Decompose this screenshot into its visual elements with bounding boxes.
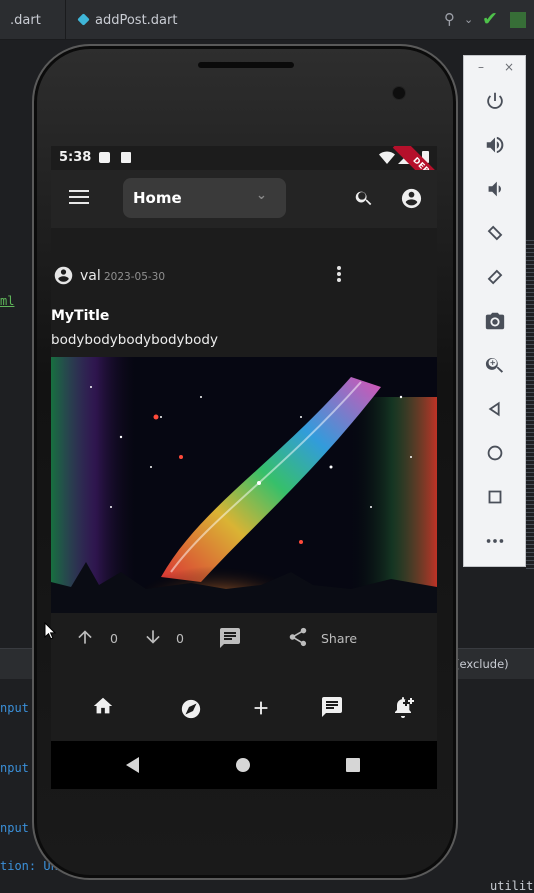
zoom-icon[interactable] xyxy=(482,352,508,378)
status-time: 5:38 xyxy=(59,150,92,165)
post-actions: 0 0 Share xyxy=(51,618,437,658)
upvote-count: 0 xyxy=(110,631,118,646)
log-line: nput xyxy=(0,821,29,835)
phone-screen: 5:38 DEBUG Home ⌄ val 2023-05-30 MyTitle… xyxy=(51,146,437,789)
filter-text: (exclude) xyxy=(455,657,509,671)
sd-card-icon xyxy=(121,152,131,163)
tab-label: .dart xyxy=(10,13,41,28)
add-icon[interactable] xyxy=(250,697,272,719)
home-icon[interactable] xyxy=(92,695,114,717)
share-icon[interactable] xyxy=(287,626,309,648)
check-icon[interactable]: ✔ xyxy=(482,8,498,30)
feed-dropdown[interactable]: Home ⌄ xyxy=(123,178,286,218)
log-line: nput xyxy=(0,701,29,715)
home-icon[interactable] xyxy=(235,757,251,773)
minimap[interactable] xyxy=(526,240,534,570)
account-icon[interactable] xyxy=(400,187,423,210)
more-vert-icon[interactable] xyxy=(329,264,349,288)
tab-label: addPost.dart xyxy=(95,13,178,28)
tab-dart-file[interactable]: .dart xyxy=(0,0,66,40)
wifi-icon xyxy=(379,151,395,164)
status-bar: 5:38 xyxy=(51,146,437,170)
menu-icon[interactable] xyxy=(69,190,89,206)
overview-icon[interactable] xyxy=(482,484,508,510)
ide-window: .dart addPost.dart ⚲ ⌄ ✔ ml (exclude) np… xyxy=(0,0,534,893)
more-icon[interactable] xyxy=(482,528,508,554)
share-label[interactable]: Share xyxy=(321,631,357,646)
plugin-icon[interactable] xyxy=(510,12,526,28)
front-camera xyxy=(392,86,406,100)
power-icon[interactable] xyxy=(482,88,508,114)
dropdown-value: Home xyxy=(133,189,182,207)
camera-icon[interactable] xyxy=(482,308,508,334)
explore-icon[interactable] xyxy=(180,698,202,720)
log-line: utilit xyxy=(490,879,534,893)
rotate-right-icon[interactable] xyxy=(482,264,508,290)
post-body: bodybodybodybodybody xyxy=(51,332,218,348)
toolbar-icons: ⚲ ⌄ ✔ xyxy=(444,8,534,32)
back-icon[interactable] xyxy=(482,396,508,422)
device-select-icon[interactable]: ⚲ xyxy=(444,10,455,28)
app-bar: Home ⌄ xyxy=(51,170,437,228)
mouse-cursor-icon xyxy=(44,622,56,640)
avatar[interactable] xyxy=(53,265,74,286)
downvote-count: 0 xyxy=(176,631,184,646)
home-icon[interactable] xyxy=(482,440,508,466)
rotate-left-icon[interactable] xyxy=(482,220,508,246)
notification-add-icon[interactable] xyxy=(391,695,415,719)
editor-tab-bar: .dart addPost.dart ⚲ ⌄ ✔ xyxy=(0,0,534,40)
code-fragment: ml xyxy=(0,294,15,308)
emulator-window-controls: – × xyxy=(464,56,527,82)
volume-down-icon[interactable] xyxy=(482,176,508,202)
dart-file-icon xyxy=(77,13,90,26)
recents-icon[interactable] xyxy=(345,757,361,773)
bottom-navigation xyxy=(51,681,437,741)
post-title: MyTitle xyxy=(51,308,110,324)
speaker xyxy=(198,62,294,68)
close-icon[interactable]: × xyxy=(504,60,514,74)
post-header: val 2023-05-30 xyxy=(51,256,437,296)
back-icon[interactable] xyxy=(123,755,141,775)
post-date: 2023-05-30 xyxy=(104,271,166,283)
chat-icon[interactable] xyxy=(320,695,344,719)
downvote-icon[interactable] xyxy=(143,627,163,647)
notification-icon xyxy=(99,152,110,163)
log-line: nput xyxy=(0,761,29,775)
system-navigation-bar xyxy=(51,741,437,789)
minimize-icon[interactable]: – xyxy=(478,60,484,74)
post-username[interactable]: val xyxy=(80,268,101,284)
upvote-icon[interactable] xyxy=(75,627,95,647)
tab-addpost[interactable]: addPost.dart xyxy=(68,0,196,40)
search-icon[interactable] xyxy=(354,188,374,208)
volume-up-icon[interactable] xyxy=(482,132,508,158)
comment-icon[interactable] xyxy=(218,626,242,650)
emulator-panel: – × xyxy=(463,55,526,567)
chevron-down-icon[interactable]: ⌄ xyxy=(464,13,473,26)
galaxy-image xyxy=(51,357,437,613)
chevron-down-icon: ⌄ xyxy=(256,188,267,203)
post-image[interactable] xyxy=(51,357,437,613)
